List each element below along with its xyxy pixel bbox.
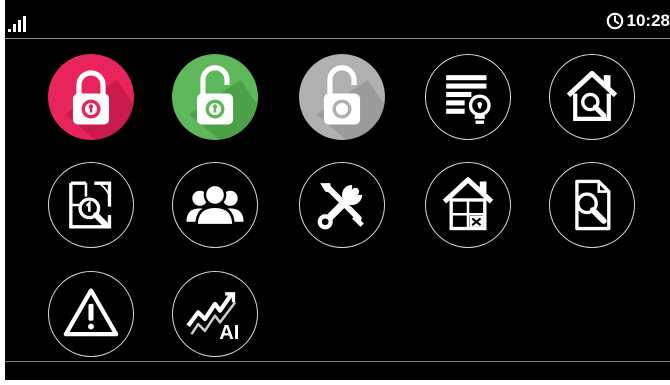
clock-icon bbox=[606, 12, 623, 30]
house-search-button[interactable] bbox=[549, 54, 635, 140]
house-search-icon bbox=[566, 70, 618, 121]
warning-triangle-icon bbox=[63, 288, 119, 337]
event-log-button[interactable] bbox=[425, 54, 511, 140]
padlock-open-icon bbox=[189, 65, 258, 140]
clock: 10:28 bbox=[606, 10, 670, 32]
settings-button[interactable] bbox=[299, 162, 385, 248]
home-screen: 10:28 AI bbox=[5, 0, 670, 380]
unlock-disabled-button[interactable] bbox=[299, 54, 385, 140]
status-bar: 10:28 bbox=[5, 0, 670, 39]
document-search-button[interactable] bbox=[549, 162, 635, 248]
event-log-lightbulb-icon bbox=[446, 75, 491, 124]
wrench-screwdriver-icon bbox=[317, 183, 364, 230]
ai-label: AI bbox=[219, 322, 239, 344]
signal-bars-icon bbox=[8, 14, 30, 32]
floorplan-search-icon bbox=[69, 181, 112, 229]
house-window-icon bbox=[442, 177, 494, 231]
unlock-button[interactable] bbox=[172, 54, 258, 140]
document-search-icon bbox=[575, 179, 611, 231]
ai-trend-icon: AI bbox=[186, 292, 239, 344]
house-window-button[interactable] bbox=[425, 162, 511, 248]
padlock-open-disabled-icon bbox=[316, 65, 385, 140]
users-button[interactable] bbox=[172, 162, 258, 248]
bottom-divider bbox=[5, 361, 670, 362]
ai-analytics-button[interactable]: AI bbox=[172, 271, 258, 357]
floorplan-search-button[interactable] bbox=[48, 162, 134, 248]
alarm-warning-button[interactable] bbox=[48, 271, 134, 357]
users-group-icon bbox=[186, 183, 244, 227]
lock-button[interactable] bbox=[48, 54, 134, 140]
clock-time: 10:28 bbox=[626, 11, 670, 30]
padlock-closed-icon bbox=[65, 70, 134, 140]
